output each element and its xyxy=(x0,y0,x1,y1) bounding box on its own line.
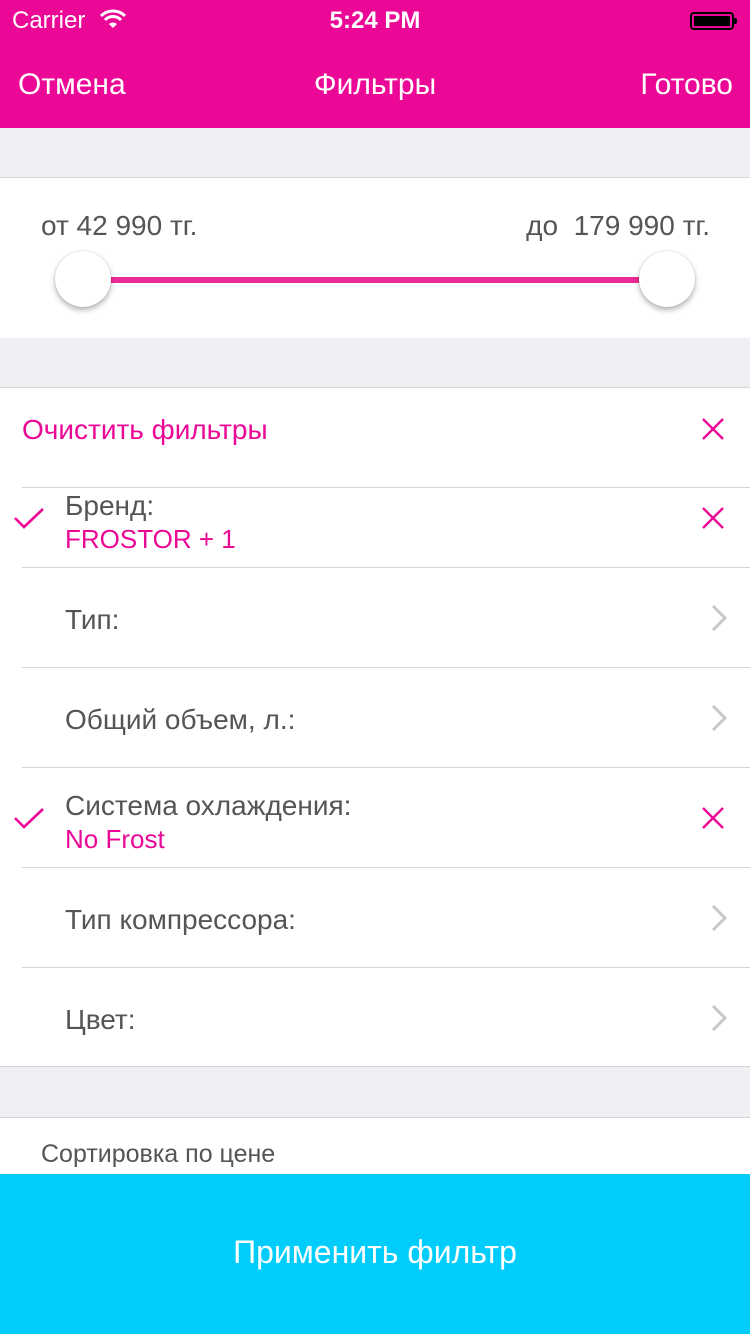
price-max-handle[interactable] xyxy=(639,251,695,307)
clock: 5:24 PM xyxy=(329,7,421,34)
close-icon[interactable] xyxy=(701,417,725,446)
filter-label-compressor: Тип компрессора: xyxy=(65,904,296,935)
price-min-handle[interactable] xyxy=(55,251,111,307)
apply-filter-button[interactable]: Применить фильтр xyxy=(0,1174,750,1334)
filter-label-brand: Бренд: xyxy=(65,490,155,521)
battery-icon xyxy=(690,12,737,30)
close-icon[interactable] xyxy=(701,506,725,535)
price-range-section: от 42 990 тг. до 179 990 тг. xyxy=(0,177,750,338)
filter-row-compressor[interactable]: Тип компрессора: xyxy=(0,868,750,968)
done-button[interactable]: Готово xyxy=(640,68,733,102)
navigation-bar: Carrier 5:24 PM Отмена Фильтры Готово xyxy=(0,0,750,128)
filter-value-cooling: No Frost xyxy=(65,824,165,854)
filter-row-cooling[interactable]: Система охлаждения: No Frost xyxy=(0,768,750,868)
chevron-right-icon xyxy=(711,604,728,637)
filter-row-color[interactable]: Цвет: xyxy=(0,968,750,1068)
filter-label-color: Цвет: xyxy=(65,1004,136,1035)
checkmark-icon xyxy=(13,806,45,835)
filter-label-volume: Общий объем, л.: xyxy=(65,704,296,735)
price-from-label: от 42 990 тг. xyxy=(41,210,198,241)
close-icon[interactable] xyxy=(701,806,725,835)
filters-list: Очистить фильтры Бренд: FROSTOR + 1 Тип:… xyxy=(0,387,750,1067)
price-to-label: до 179 990 тг. xyxy=(526,210,710,241)
price-range-track[interactable] xyxy=(82,277,668,283)
chevron-right-icon xyxy=(711,904,728,937)
status-bar: Carrier 5:24 PM xyxy=(0,0,750,40)
apply-filter-label: Применить фильтр xyxy=(233,1234,517,1270)
filter-label-cooling: Система охлаждения: xyxy=(65,790,352,821)
filter-row-volume[interactable]: Общий объем, л.: xyxy=(0,668,750,768)
chevron-right-icon xyxy=(711,1004,728,1037)
sort-by-price-label: Сортировка по цене xyxy=(41,1140,276,1168)
clear-filters-label: Очистить фильтры xyxy=(22,414,268,445)
page-title: Фильтры xyxy=(313,68,437,101)
filter-row-brand[interactable]: Бренд: FROSTOR + 1 xyxy=(0,468,750,568)
chevron-right-icon xyxy=(711,704,728,737)
filter-row-type[interactable]: Тип: xyxy=(0,568,750,668)
filter-label-type: Тип: xyxy=(65,604,120,635)
filter-value-brand: FROSTOR + 1 xyxy=(65,524,236,554)
checkmark-icon xyxy=(13,506,45,535)
